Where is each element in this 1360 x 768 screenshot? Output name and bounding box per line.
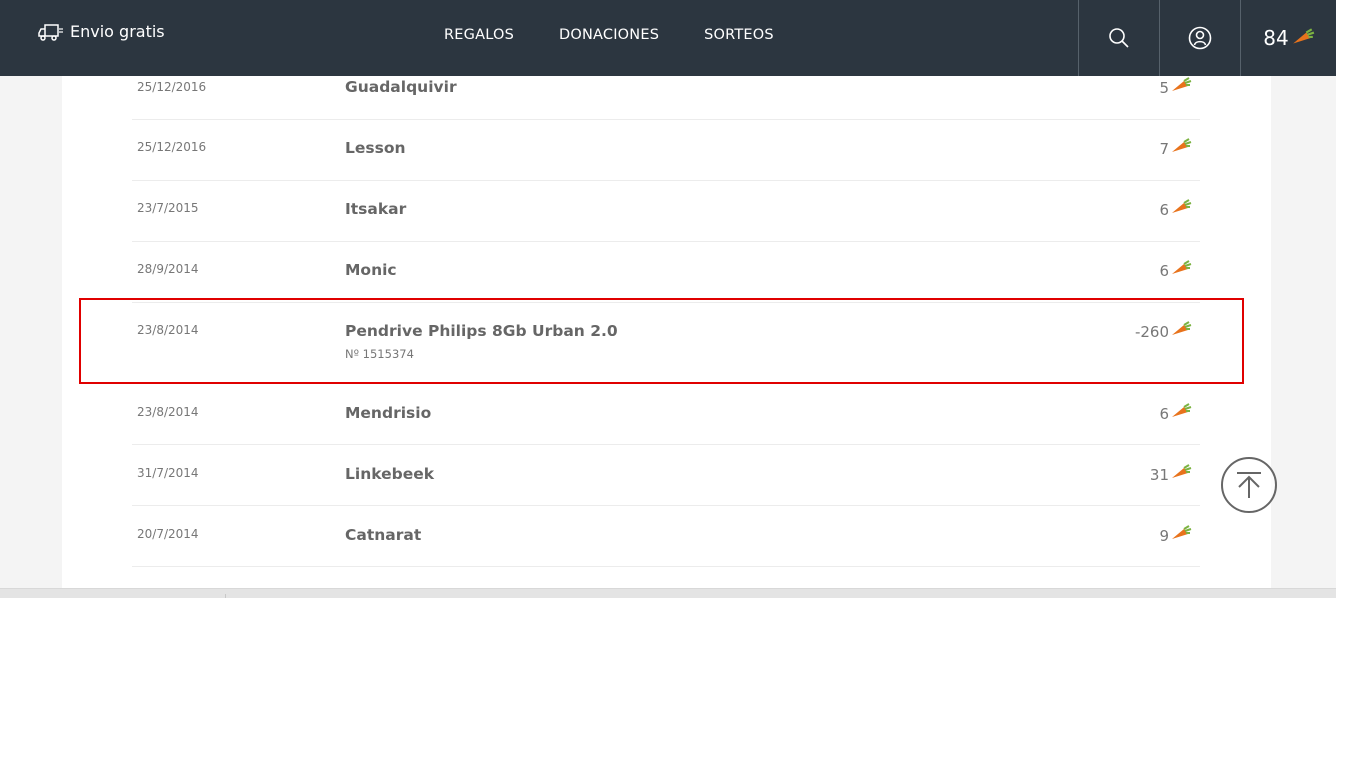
points-balance-button[interactable]: 84 [1240,0,1337,76]
carrot-icon [1172,77,1192,91]
row-points: 6 [1159,260,1192,280]
table-row: 28/9/2014 Monic 6 [132,241,1200,303]
table-row: 20/7/2014 Catnarat 9 [132,505,1200,567]
row-points: 6 [1159,403,1192,423]
table-row: 31/7/2014 Linkebeek 31 [132,444,1200,506]
top-navigation-bar: Envio gratis REGALOS DONACIONES SORTEOS … [0,0,1336,76]
points-balance: 84 [1263,26,1289,50]
row-points-value: 9 [1159,527,1169,545]
row-date: 28/9/2014 [137,262,199,276]
carrot-icon [1172,260,1192,274]
nav-regalos[interactable]: REGALOS [444,27,514,43]
carrot-icon [1172,464,1192,478]
bottom-bar [0,588,1336,598]
row-date: 23/7/2015 [137,201,199,215]
user-account-button[interactable] [1159,0,1240,76]
delivery-truck-icon [38,23,63,41]
carrot-icon [1172,138,1192,152]
bottom-tick [225,594,226,598]
carrot-icon [1172,525,1192,539]
scroll-to-top-button[interactable] [1221,457,1277,513]
row-title[interactable]: Lesson [345,139,406,157]
row-title[interactable]: Mendrisio [345,404,431,422]
user-account-icon [1188,26,1212,50]
row-title[interactable]: Monic [345,261,397,279]
row-points-value: 5 [1159,79,1169,97]
row-title[interactable]: Catnarat [345,526,421,544]
carrot-icon [1172,199,1192,213]
nav-donaciones[interactable]: DONACIONES [559,27,659,43]
nav-sorteos[interactable]: SORTEOS [704,27,774,43]
row-points-value: 6 [1159,405,1169,423]
row-date: 31/7/2014 [137,466,199,480]
main-nav: REGALOS DONACIONES SORTEOS [444,27,774,43]
table-row: 23/7/2015 Itsakar 6 [132,180,1200,242]
row-title[interactable]: Itsakar [345,200,406,218]
row-date: 25/12/2016 [137,140,207,154]
row-date: 20/7/2014 [137,527,199,541]
row-points-value: 6 [1159,201,1169,219]
carrot-points-icon [1292,28,1314,44]
free-shipping-link[interactable]: Envio gratis [38,22,165,41]
search-icon [1109,28,1129,48]
row-points-value: 6 [1159,262,1169,280]
row-date: 25/12/2016 [137,80,207,94]
table-row: 25/12/2016 Lesson 7 [132,119,1200,181]
row-title[interactable]: Guadalquivir [345,78,457,96]
arrow-up-icon [1237,472,1261,498]
row-title[interactable]: Linkebeek [345,465,434,483]
carrot-icon [1172,403,1192,417]
row-points-value: 31 [1149,466,1169,484]
row-points-value: 7 [1159,140,1169,158]
row-points: 7 [1159,138,1192,158]
row-points: 9 [1159,525,1192,545]
row-points: 5 [1159,77,1192,97]
search-button[interactable] [1078,0,1159,76]
row-points: 31 [1149,464,1192,484]
free-shipping-label: Envio gratis [70,22,165,41]
highlight-box [79,298,1244,384]
table-row: 23/8/2014 Mendrisio 6 [132,383,1200,445]
row-points: 6 [1159,199,1192,219]
row-date: 23/8/2014 [137,405,199,419]
